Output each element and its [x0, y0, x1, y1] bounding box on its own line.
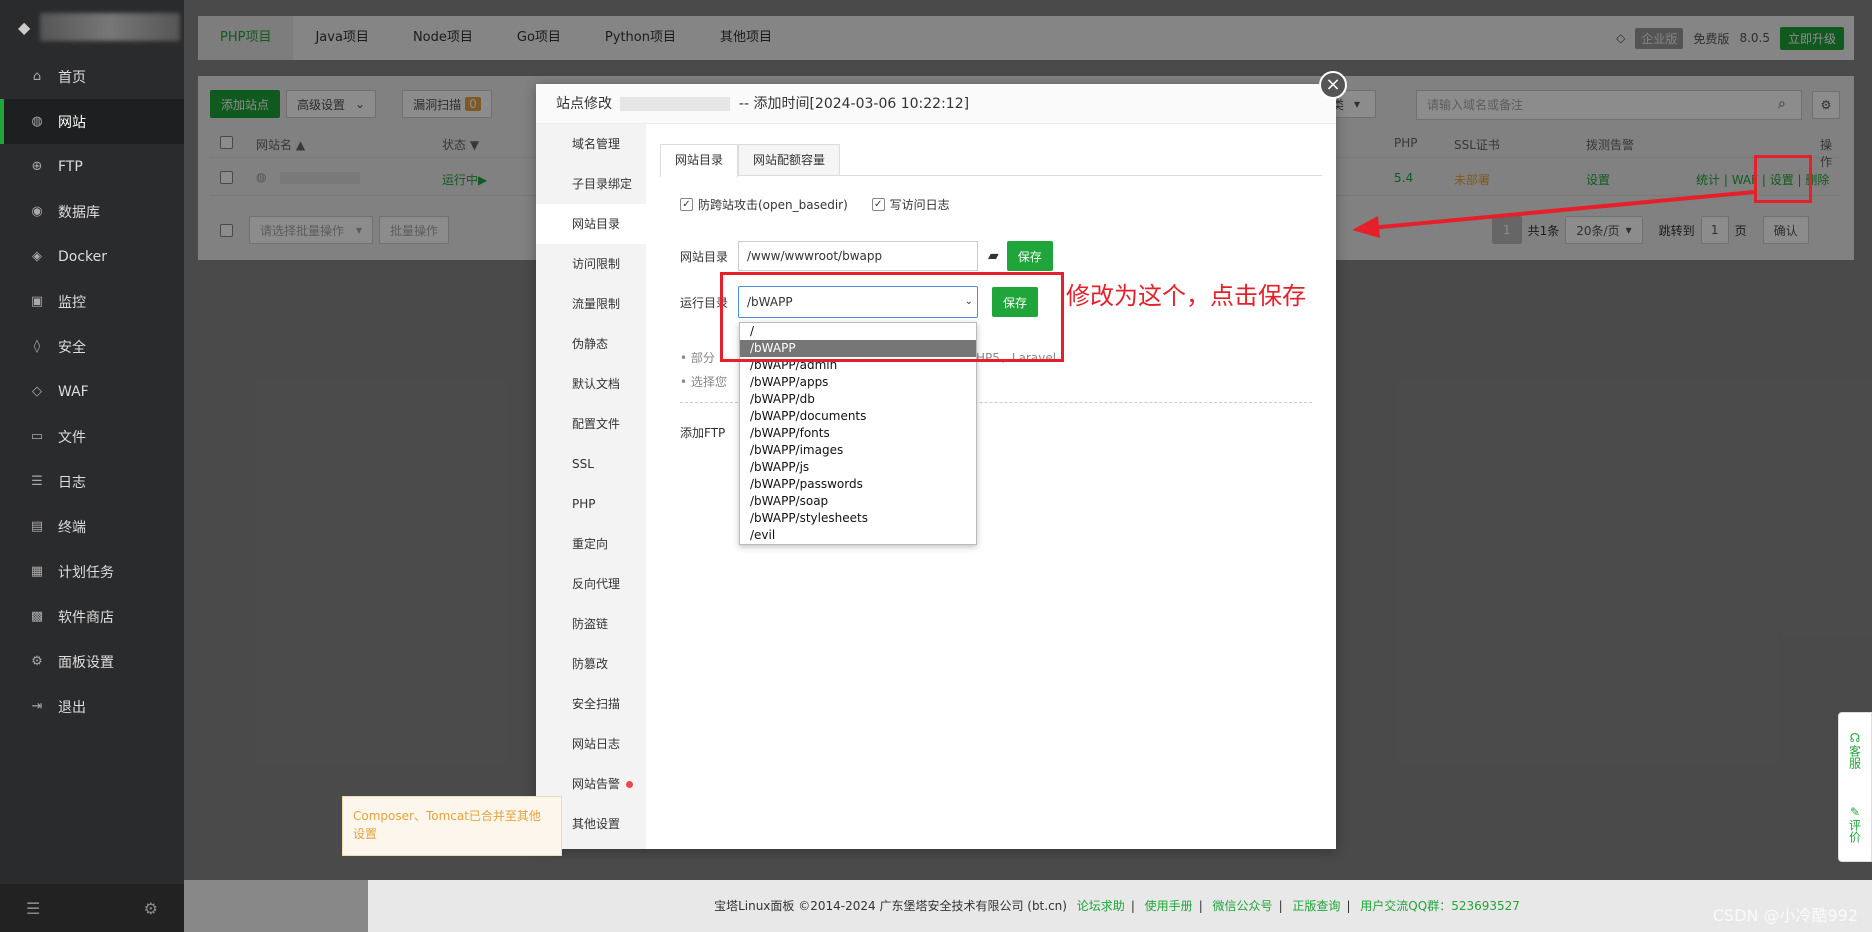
annotation-arrow: [1352, 190, 1755, 238]
